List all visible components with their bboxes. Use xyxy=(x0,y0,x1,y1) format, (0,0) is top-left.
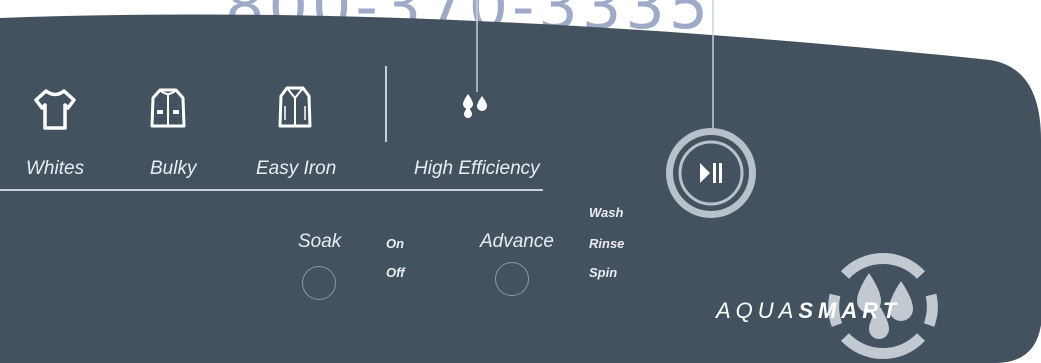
water-drops-icon[interactable] xyxy=(460,92,494,120)
cycle-label-easy-iron[interactable]: Easy Iron xyxy=(256,158,336,180)
advance-label: Advance xyxy=(480,231,554,252)
jacket-icon[interactable] xyxy=(148,86,188,132)
soak-knob[interactable] xyxy=(302,266,336,300)
advance-option-spin: Spin xyxy=(589,265,618,280)
advance-option-rinse: Rinse xyxy=(589,236,625,251)
cycle-label-high-efficiency[interactable]: High Efficiency xyxy=(414,158,540,180)
shirt-icon[interactable] xyxy=(276,84,314,132)
brand-part-smart: SMART xyxy=(798,298,902,323)
brand-part-aqua: AQUA xyxy=(716,298,799,323)
soak-label: Soak xyxy=(298,231,342,252)
soak-option-off: Off xyxy=(386,265,405,280)
tshirt-icon[interactable] xyxy=(30,88,80,132)
cycle-label-bulky[interactable]: Bulky xyxy=(150,158,196,180)
start-pause-button[interactable] xyxy=(664,126,758,220)
cycle-label-whites[interactable]: Whites xyxy=(26,158,84,180)
advance-option-wash: Wash xyxy=(589,205,624,220)
soak-option-on: On xyxy=(386,236,405,251)
brand-wordmark: AQUASMART xyxy=(716,298,901,324)
advance-knob[interactable] xyxy=(495,262,529,296)
